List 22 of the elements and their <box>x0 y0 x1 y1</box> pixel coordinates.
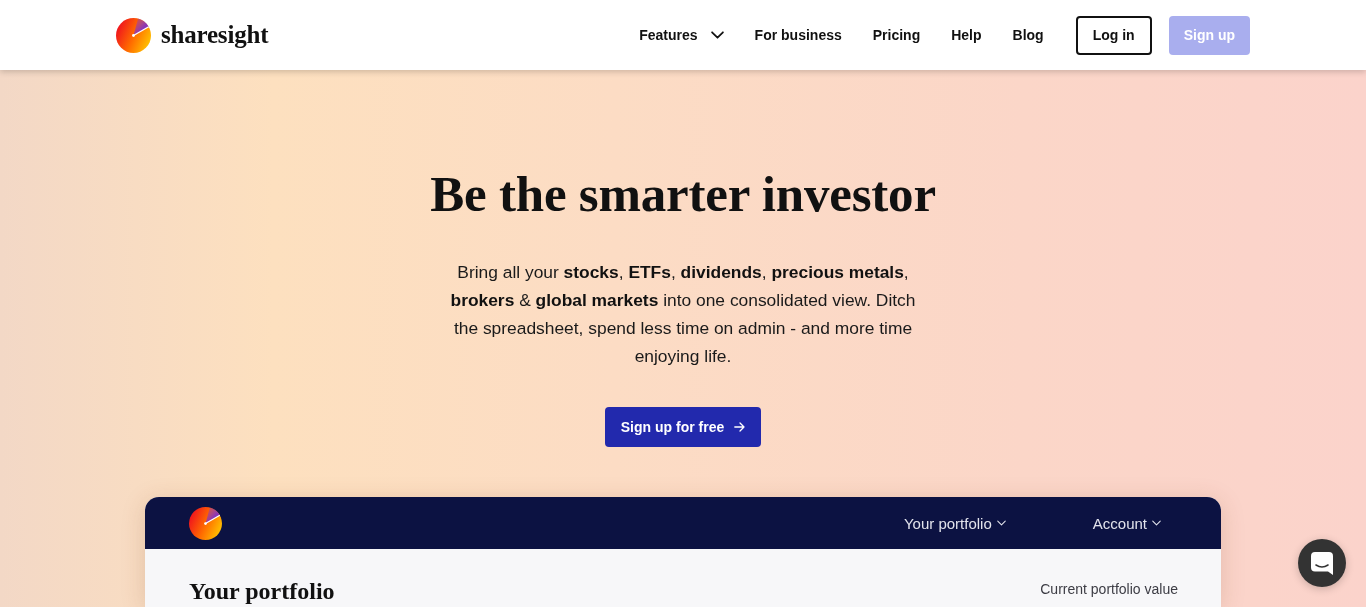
nav-link[interactable]: Pricing <box>872 27 921 43</box>
home-link[interactable]: sharesight <box>116 17 269 53</box>
arrow-right-icon <box>734 422 746 432</box>
logo-icon <box>116 17 151 53</box>
chevron-down-icon <box>1152 520 1161 526</box>
chevron-down-icon <box>710 31 724 39</box>
app-nav-link[interactable]: Your portfolio <box>903 514 1006 532</box>
chevron-down-icon <box>996 520 1006 526</box>
app-nav-link[interactable]: Account <box>1092 514 1161 532</box>
logo-icon <box>189 506 222 540</box>
nav-link[interactable]: Help <box>951 27 982 43</box>
hero-title: Be the smarter investor <box>430 165 936 224</box>
portfolio-title: Your portfolio <box>189 577 335 605</box>
chat-button[interactable] <box>1298 539 1346 587</box>
nav-link[interactable]: Blog <box>1012 27 1044 43</box>
portfolio-value-label: Current portfolio value <box>1040 581 1178 597</box>
login-button[interactable]: Log in <box>1075 15 1152 55</box>
nav-link[interactable]: Features <box>639 27 724 43</box>
hero-description: Bring all your stocks, ETFs, dividends, precious metals, brokers & global markets into one consolidated view. Ditch the spreadsheet, spend less time on admin - and more time enjoying life. <box>449 261 917 368</box>
chat-icon <box>1311 551 1333 575</box>
signup-cta-button[interactable]: Sign up for free <box>604 407 762 447</box>
nav-link[interactable]: For business <box>754 27 842 43</box>
